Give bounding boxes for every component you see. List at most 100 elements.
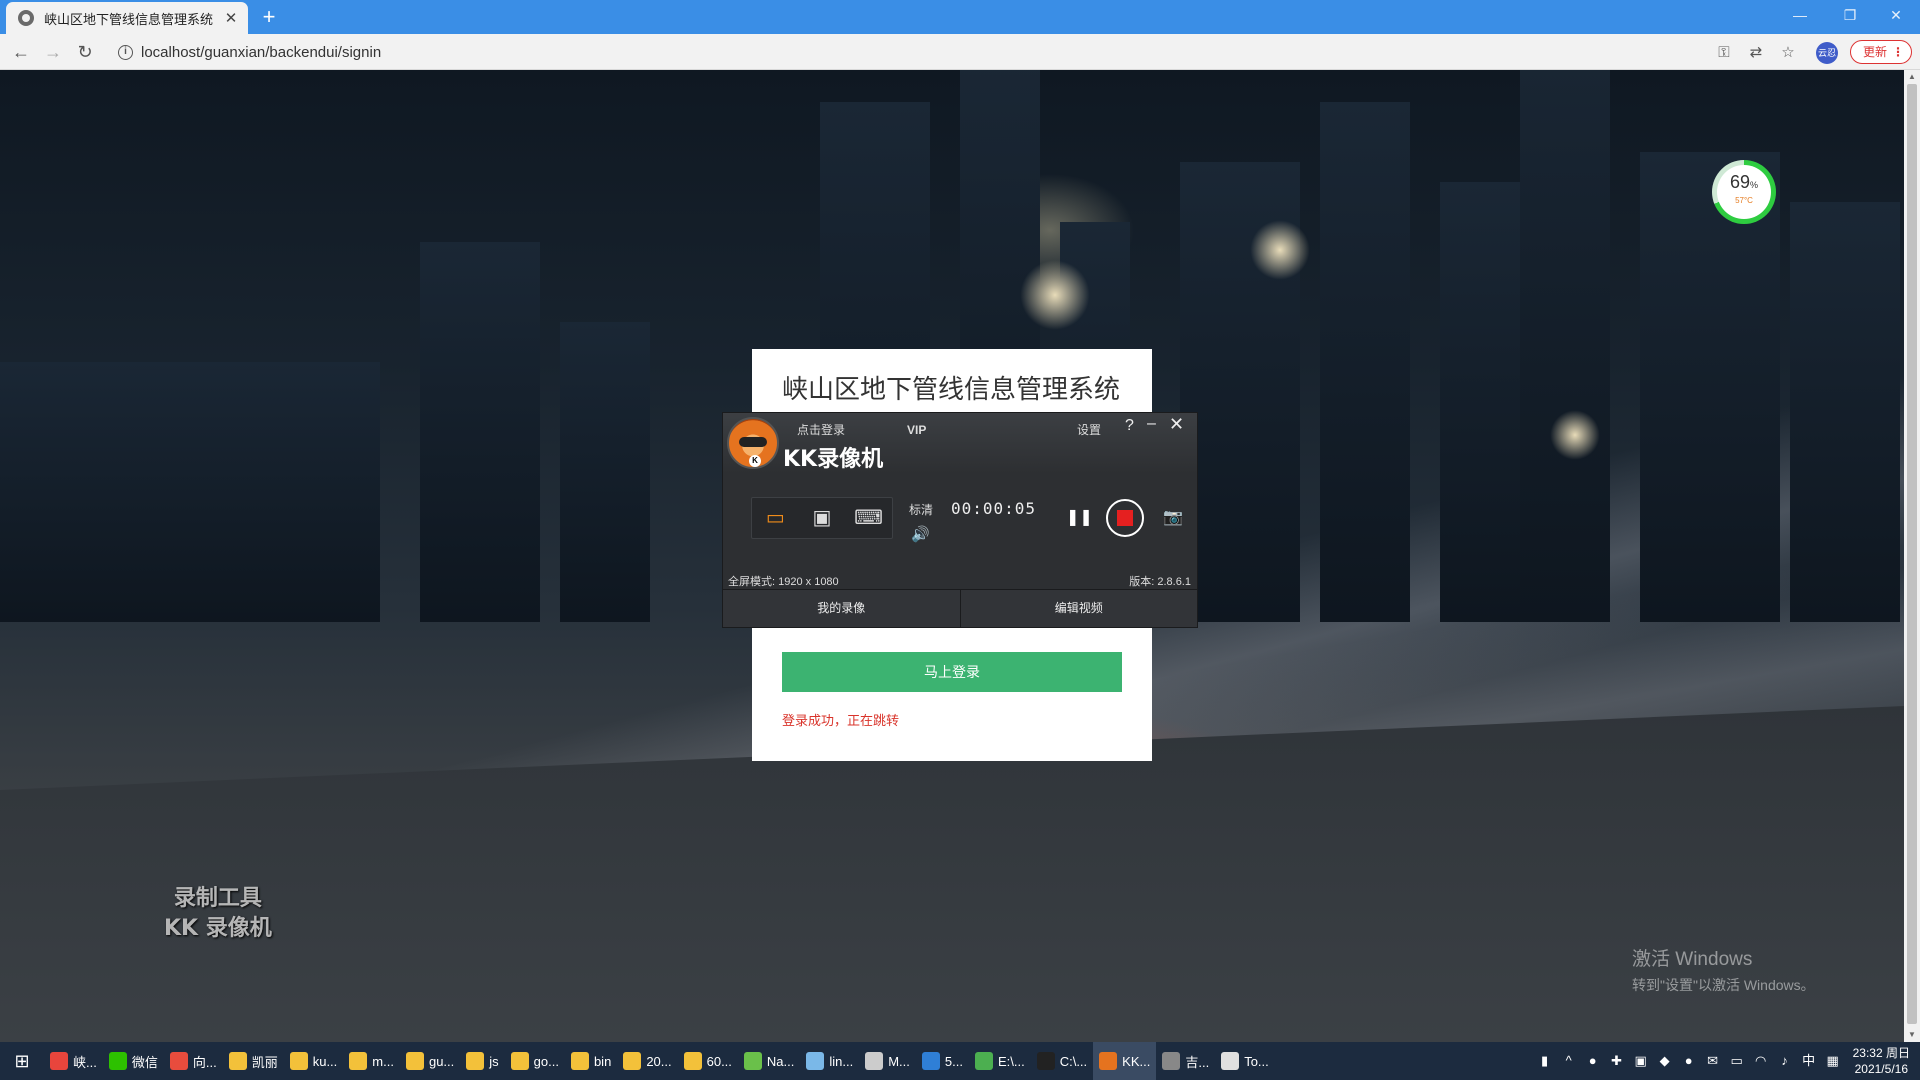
perf-percent: 69% (1729, 172, 1759, 192)
taskbar-item-label: lin... (829, 1053, 854, 1069)
kk-watermark-line1: 录制工具 (173, 886, 262, 911)
taskbar-item-label: To... (1244, 1053, 1269, 1069)
stop-record-button[interactable] (1106, 499, 1144, 537)
kk-record-timer: 00:00:05 (951, 499, 1037, 518)
tray-shield-icon[interactable]: ◆ (1657, 1053, 1673, 1069)
scroll-down-icon[interactable]: ▼ (1904, 1028, 1920, 1042)
taskbar-item[interactable]: gu... (400, 1042, 460, 1080)
update-button[interactable]: 更新 ⋮ (1850, 40, 1912, 64)
kk-minimize-icon[interactable]: – (1147, 415, 1156, 433)
region-mode-icon[interactable]: ▣ (807, 507, 837, 529)
tray-expand-icon[interactable]: ^ (1561, 1053, 1577, 1069)
taskbar-item[interactable]: M... (859, 1042, 916, 1080)
tray-app3-icon[interactable]: ● (1681, 1053, 1697, 1069)
kk-header: K 点击登录 VIP KK录像机 设置 ? – ✕ (723, 413, 1197, 473)
taskbar-item-label: 凯丽 (251, 1054, 278, 1070)
tray-ime-icon[interactable]: 中 (1801, 1053, 1817, 1069)
menu-dots-icon: ⋮ (1892, 45, 1904, 59)
taskbar-item[interactable]: 5... (916, 1042, 969, 1080)
profile-avatar[interactable]: 云忍 (1816, 42, 1838, 64)
kk-quality-selector[interactable]: 标清 (909, 501, 933, 518)
taskbar-item-label: C:\... (1059, 1053, 1088, 1069)
volume-icon[interactable]: 🔊 (911, 525, 930, 543)
taskbar-item[interactable]: 吉... (1156, 1042, 1215, 1080)
taskbar-item[interactable]: 微信 (103, 1042, 164, 1080)
taskbar-item[interactable]: js (460, 1042, 504, 1080)
kk-recorder-window: K 点击登录 VIP KK录像机 设置 ? – ✕ ▭ ▣ ⌨ 标清 00:00… (722, 412, 1198, 628)
taskbar-app-icon (806, 1052, 825, 1070)
taskbar-item[interactable]: KK... (1093, 1042, 1157, 1080)
tray-volume-icon[interactable]: ♪ (1777, 1053, 1793, 1069)
perf-inner: 69% 57°C (1717, 165, 1771, 219)
tray-wechat-icon[interactable]: ✉ (1705, 1053, 1721, 1069)
camera-icon[interactable]: 📷 (1162, 507, 1184, 529)
kk-mode-selector: ▭ ▣ ⌨ (751, 497, 893, 539)
tab-edit-video[interactable]: 编辑视频 (960, 590, 1197, 627)
taskbar-item-label: KK... (1122, 1053, 1151, 1069)
site-info-icon[interactable]: i (118, 44, 133, 60)
back-button[interactable]: ← (8, 40, 34, 64)
fullscreen-mode-icon[interactable]: ▭ (760, 507, 790, 529)
taskbar-item[interactable]: E:\... (969, 1042, 1031, 1080)
login-status-message: 登录成功，正在跳转 (782, 713, 900, 728)
close-tab-icon[interactable]: ✕ (222, 9, 240, 27)
tray-network-icon[interactable]: ▮ (1537, 1053, 1553, 1069)
bookmark-star-icon[interactable]: ☆ (1778, 43, 1798, 63)
taskbar-item[interactable]: 峡... (44, 1042, 103, 1080)
tab-my-recordings[interactable]: 我的录像 (723, 590, 961, 627)
tray-keyboard-icon[interactable]: ▦ (1825, 1053, 1841, 1069)
taskbar-app-icon (743, 1052, 762, 1070)
taskbar-item[interactable]: To... (1215, 1042, 1275, 1080)
tray-app1-icon[interactable]: ✚ (1609, 1053, 1625, 1069)
taskbar-item[interactable]: go... (505, 1042, 565, 1080)
taskbar-item[interactable]: Na... (738, 1042, 800, 1080)
login-button[interactable]: 马上登录 (782, 652, 1122, 692)
kk-login-link[interactable]: 点击登录 (797, 421, 845, 438)
taskbar-item[interactable]: m... (343, 1042, 400, 1080)
game-mode-icon[interactable]: ⌨ (854, 507, 884, 529)
window-close-button[interactable]: ✕ (1876, 4, 1916, 28)
clock-date: 2021/5/16 (1854, 1062, 1908, 1076)
taskbar-item[interactable]: 60... (678, 1042, 738, 1080)
tray-app2-icon[interactable]: ▣ (1633, 1053, 1649, 1069)
kk-close-icon[interactable]: ✕ (1169, 414, 1184, 435)
key-icon[interactable]: ⚿ (1714, 43, 1734, 63)
window-minimize-button[interactable]: — (1780, 4, 1820, 28)
taskbar-item-label: bin (593, 1053, 612, 1069)
kk-help-icon[interactable]: ? (1125, 417, 1134, 435)
window-restore-button[interactable]: ❐ (1830, 4, 1870, 28)
taskbar-item[interactable]: 凯丽 (223, 1042, 284, 1080)
tray-wifi-icon[interactable]: ◠ (1753, 1053, 1769, 1069)
scroll-up-icon[interactable]: ▲ (1904, 70, 1920, 84)
taskbar-app-icon (1162, 1052, 1181, 1070)
translate-icon[interactable]: ⇄ (1746, 43, 1766, 63)
taskbar-item-label: 向... (192, 1054, 217, 1070)
performance-monitor-widget[interactable]: 69% 57°C (1712, 160, 1776, 224)
taskbar-item-label: 微信 (131, 1054, 158, 1070)
taskbar-item[interactable]: ku... (284, 1042, 344, 1080)
taskbar-clock[interactable]: 23:32 周日 2021/5/16 (1853, 1045, 1910, 1077)
clock-time: 23:32 周日 (1852, 1046, 1910, 1060)
taskbar-item[interactable]: 向... (164, 1042, 223, 1080)
address-bar[interactable]: i localhost/guanxian/backendui/signin (110, 39, 1690, 65)
taskbar-item[interactable]: 20... (617, 1042, 677, 1080)
taskbar-item[interactable]: C:\... (1031, 1042, 1093, 1080)
taskbar-app-icon (921, 1052, 940, 1070)
taskbar-item[interactable]: bin (565, 1042, 617, 1080)
vertical-scrollbar[interactable]: ▲ ▼ (1904, 70, 1920, 1042)
reload-button[interactable]: ↻ (72, 40, 98, 64)
forward-button[interactable]: → (40, 40, 66, 64)
tray-display-icon[interactable]: ▭ (1729, 1053, 1745, 1069)
kk-vip-link[interactable]: VIP (907, 423, 926, 437)
tray-kk-icon[interactable]: ● (1585, 1053, 1601, 1069)
scrollbar-thumb[interactable] (1907, 84, 1917, 1024)
windows-start-icon[interactable]: ⊞ (0, 1042, 44, 1080)
pause-icon[interactable]: ❚❚ (1066, 507, 1093, 529)
url-text[interactable]: localhost/guanxian/backendui/signin (141, 44, 381, 61)
taskbar-item[interactable]: lin... (800, 1042, 859, 1080)
kk-settings-button[interactable]: 设置 (1077, 421, 1101, 438)
new-tab-button[interactable]: + (256, 5, 282, 31)
browser-tab[interactable]: 峡山区地下管线信息管理系统 ✕ (6, 2, 248, 34)
kk-screen-mode-text: 全屏模式: 1920 x 1080 (728, 576, 839, 588)
perf-temperature: 57°C (1735, 196, 1753, 205)
